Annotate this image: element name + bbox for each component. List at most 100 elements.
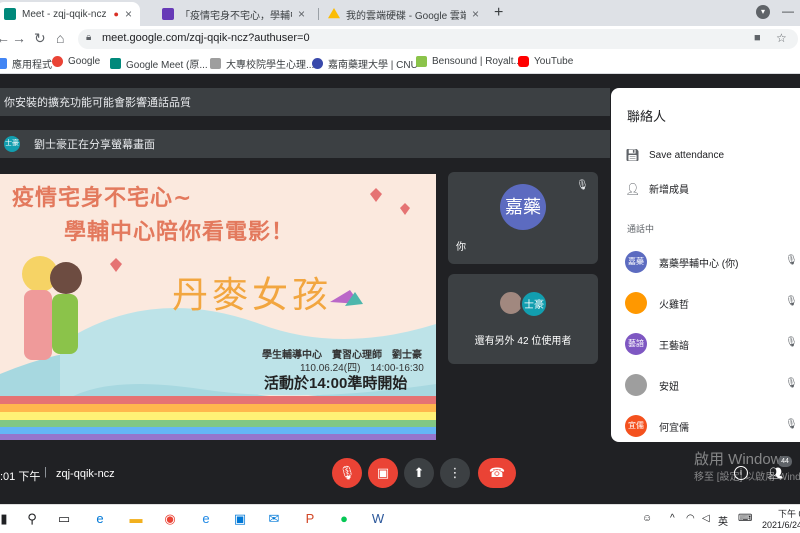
camera-toggle-button[interactable]: ▣ (368, 458, 398, 488)
bookmark-bensound[interactable]: Bensound | Royalt... (416, 56, 522, 67)
self-video-tile[interactable]: 嘉藥 你 🎙︎ (448, 172, 598, 264)
bookmark-apps[interactable]: 應用程式 (0, 56, 52, 71)
meeting-info-icon[interactable]: i (734, 466, 748, 480)
participant-row[interactable]: 火雞哲 🎙︎ (625, 290, 800, 316)
internet-explorer-icon[interactable]: e (196, 510, 216, 528)
other-participants-tile[interactable]: 士豪 還有另外 42 位使用者 (448, 274, 598, 364)
participant-row[interactable]: 嘉藥 嘉藥學輔中心 (你) 🎙︎ (625, 249, 800, 275)
more-participants-text: 還有另外 42 位使用者 (474, 336, 572, 347)
forms-favicon-icon (162, 8, 174, 20)
lock-icon[interactable]: 🔒︎ (86, 32, 91, 43)
file-explorer-icon[interactable]: ▬ (126, 510, 146, 528)
search-icon[interactable]: ⚲ (22, 510, 42, 528)
bookmark-label: Bensound | Royalt... (432, 56, 522, 67)
add-member-button[interactable]: 👤︎ 新增成員 (625, 181, 689, 197)
powerpoint-icon[interactable]: P (300, 510, 320, 528)
bensound-icon (416, 56, 427, 67)
chrome-icon[interactable]: ◉ (160, 510, 180, 528)
more-options-button[interactable]: ⋮ (440, 458, 470, 488)
bookmark-label: Google (68, 56, 101, 67)
mic-off-icon: 🎙︎ (576, 180, 589, 191)
bookmark-google[interactable]: Google (52, 56, 100, 67)
edge-icon[interactable]: e (90, 510, 110, 528)
presenter-avatar: 士豪 (4, 136, 20, 152)
word-icon[interactable]: W (368, 510, 388, 528)
participant-row[interactable]: 宜儒 何宜儒 🎙︎ (625, 413, 800, 439)
close-tab-icon[interactable]: × (125, 7, 132, 21)
bookmark-label: Google Meet (原... (126, 60, 208, 71)
new-tab-button[interactable]: + (494, 4, 503, 22)
windows-start-icon[interactable]: ▮ (0, 510, 14, 528)
people-icon[interactable]: 👥︎ (768, 466, 783, 480)
network-icon[interactable]: ◠ (686, 513, 695, 524)
ime-indicator[interactable]: 英 (718, 513, 728, 528)
avatar: 宜儒 (625, 415, 647, 437)
home-icon[interactable]: ⌂ (56, 30, 64, 46)
add-member-label: 新增成員 (649, 185, 689, 196)
shared-screen[interactable]: 疫情宅身不宅心~ 學輔中心陪你看電影！ 丹麥女孩 學生輔導中心 實習心理師 劉士… (0, 174, 436, 440)
store-icon[interactable]: ▣ (230, 510, 250, 528)
avatar (625, 374, 647, 396)
mail-icon[interactable]: ✉ (264, 510, 284, 528)
browser-tab-strip: Meet - zqj-qqik-ncz ● × 「疫情宅身不宅心，學輔中心陪你 … (0, 0, 800, 26)
save-attendance-button[interactable]: 💾︎ Save attendance (625, 148, 724, 162)
save-attendance-label: Save attendance (649, 149, 725, 161)
close-tab-icon[interactable]: × (298, 7, 305, 21)
tab-drive[interactable]: 我的雲端硬碟 - Google 雲端硬碟 × (320, 2, 490, 26)
recording-dot-icon: ● (113, 9, 119, 19)
people-panel: 聯絡人 💾︎ Save attendance 👤︎ 新增成員 通話中 嘉藥 嘉藥… (611, 88, 800, 442)
meeting-code: zqj-qqik-ncz (56, 468, 115, 480)
screen-share-banner: 士豪 劉士豪正在分享螢幕畫面 (0, 130, 610, 158)
participant-name: 王藝諳 (659, 340, 689, 352)
close-tab-icon[interactable]: × (472, 7, 479, 21)
present-screen-button[interactable]: ⬆ (404, 458, 434, 488)
camera-in-use-icon[interactable]: ■ (754, 32, 761, 44)
divider: | (44, 466, 47, 478)
mic-off-icon: 🎙︎ (785, 337, 798, 348)
leave-call-button[interactable]: ☎ (478, 458, 516, 488)
browser-toolbar: ← → ↻ ⌂ 🔒︎ meet.google.com/zqj-qqik-ncz?… (0, 26, 800, 52)
taskbar-date[interactable]: 2021/6/24 (762, 520, 800, 530)
tab-title: 我的雲端硬碟 - Google 雲端硬碟 (346, 10, 466, 22)
youtube-icon (518, 56, 529, 67)
bookmark-mental-health[interactable]: 大專校院學生心理... (210, 56, 314, 71)
show-hidden-icons-icon[interactable]: ^ (670, 513, 675, 524)
people-tray-icon[interactable]: ☺ (642, 513, 652, 524)
meeting-time: :01 下午 (0, 471, 41, 483)
add-person-icon: 👤︎ (625, 181, 641, 196)
movie-title: 丹麥女孩 (172, 275, 333, 316)
task-view-icon[interactable]: ▭ (54, 510, 74, 528)
address-bar[interactable]: 🔒︎ meet.google.com/zqj-qqik-ncz?authuser… (78, 29, 798, 49)
mic-toggle-button[interactable]: 🎙︎ (332, 458, 362, 488)
presentation-title: 疫情宅身不宅心~ (12, 186, 193, 211)
bookmarks-bar: 應用程式 Google Google Meet (原... 大專校院學生心理..… (0, 52, 800, 74)
participant-row[interactable]: 安妞 🎙︎ (625, 372, 800, 398)
bookmark-star-icon[interactable]: ☆ (776, 31, 787, 45)
minimize-icon[interactable]: — (782, 4, 794, 18)
bookmark-google-meet[interactable]: Google Meet (原... (110, 56, 208, 71)
tab-forms[interactable]: 「疫情宅身不宅心，學輔中心陪你 × (154, 2, 314, 26)
mic-off-icon: 🎙︎ (785, 419, 798, 430)
save-icon: 💾︎ (625, 148, 641, 162)
tab-meet[interactable]: Meet - zqj-qqik-ncz ● × (0, 2, 140, 26)
url-text[interactable]: meet.google.com/zqj-qqik-ncz?authuser=0 (102, 32, 310, 44)
taskbar-time[interactable]: 下午 0 (778, 507, 800, 520)
tab-divider (318, 8, 319, 20)
back-icon[interactable]: ← (0, 30, 10, 46)
participant-name: 安妞 (659, 381, 679, 393)
forward-icon[interactable]: → (12, 30, 26, 46)
participant-name: 火雞哲 (659, 299, 689, 311)
keyboard-icon[interactable]: ⌨ (738, 513, 752, 524)
tab-search-icon[interactable]: ▾ (756, 5, 770, 19)
bookmark-cnu[interactable]: 嘉南藥理大學 | CNU (312, 56, 418, 71)
volume-icon[interactable]: ◁ (702, 513, 710, 524)
extension-warning-banner: 你安裝的擴充功能可能會影響通話品質 (0, 88, 610, 116)
line-icon[interactable]: ● (334, 510, 354, 528)
drive-favicon-icon (328, 8, 340, 19)
reload-icon[interactable]: ↻ (34, 30, 46, 47)
bookmark-youtube[interactable]: YouTube (518, 56, 573, 67)
participant-row[interactable]: 藝諳 王藝諳 🎙︎ (625, 331, 800, 357)
cnu-logo-icon (312, 58, 323, 69)
apps-grid-icon (0, 58, 7, 69)
participant-name: 何宜儒 (659, 422, 689, 434)
